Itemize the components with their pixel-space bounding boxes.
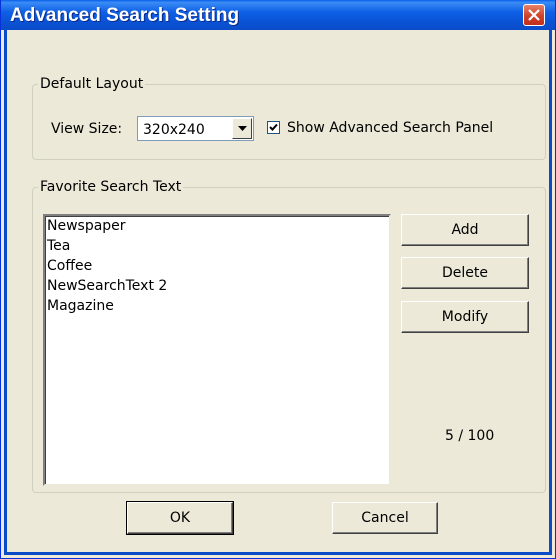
view-size-label: View Size: [51,121,123,137]
view-size-select[interactable]: 320x240 [137,116,254,141]
ok-button-label: OK [169,510,191,526]
favorite-search-list[interactable]: Newspaper Tea Coffee NewSearchText 2 Mag… [43,214,391,486]
delete-button[interactable]: Delete [401,257,529,289]
add-button-label: Add [451,222,479,238]
view-size-dropdown-button[interactable] [232,118,252,139]
ok-button[interactable]: OK [126,501,234,535]
favorites-count: 5 / 100 [445,428,495,444]
list-item[interactable]: NewSearchText 2 [45,276,389,296]
view-size-value: 320x240 [143,122,205,138]
modify-button-label: Modify [441,309,489,325]
close-icon [528,9,540,21]
modify-button[interactable]: Modify [401,301,529,333]
list-item[interactable]: Magazine [45,296,389,316]
default-layout-title: Default Layout [38,76,146,92]
cancel-button-label: Cancel [361,510,409,526]
delete-button-label: Delete [442,265,488,281]
show-panel-checkbox[interactable] [267,121,280,134]
cancel-button[interactable]: Cancel [332,502,438,534]
show-panel-label[interactable]: Show Advanced Search Panel [287,120,493,136]
chevron-down-icon [238,126,247,131]
close-button[interactable] [523,4,545,26]
dialog-body: Default Layout View Size: 320x240 Show A… [4,30,552,555]
checkmark-icon [269,123,278,131]
dialog-window: Advanced Search Setting Default Layout V… [0,0,556,559]
favorite-search-title: Favorite Search Text [38,179,184,195]
title-bar[interactable]: Advanced Search Setting [1,0,555,30]
window-title: Advanced Search Setting [10,5,240,26]
default-layout-group: Default Layout [32,76,546,160]
add-button[interactable]: Add [401,214,529,246]
list-item[interactable]: Coffee [45,256,389,276]
list-item[interactable]: Newspaper [45,216,389,236]
list-item[interactable]: Tea [45,236,389,256]
